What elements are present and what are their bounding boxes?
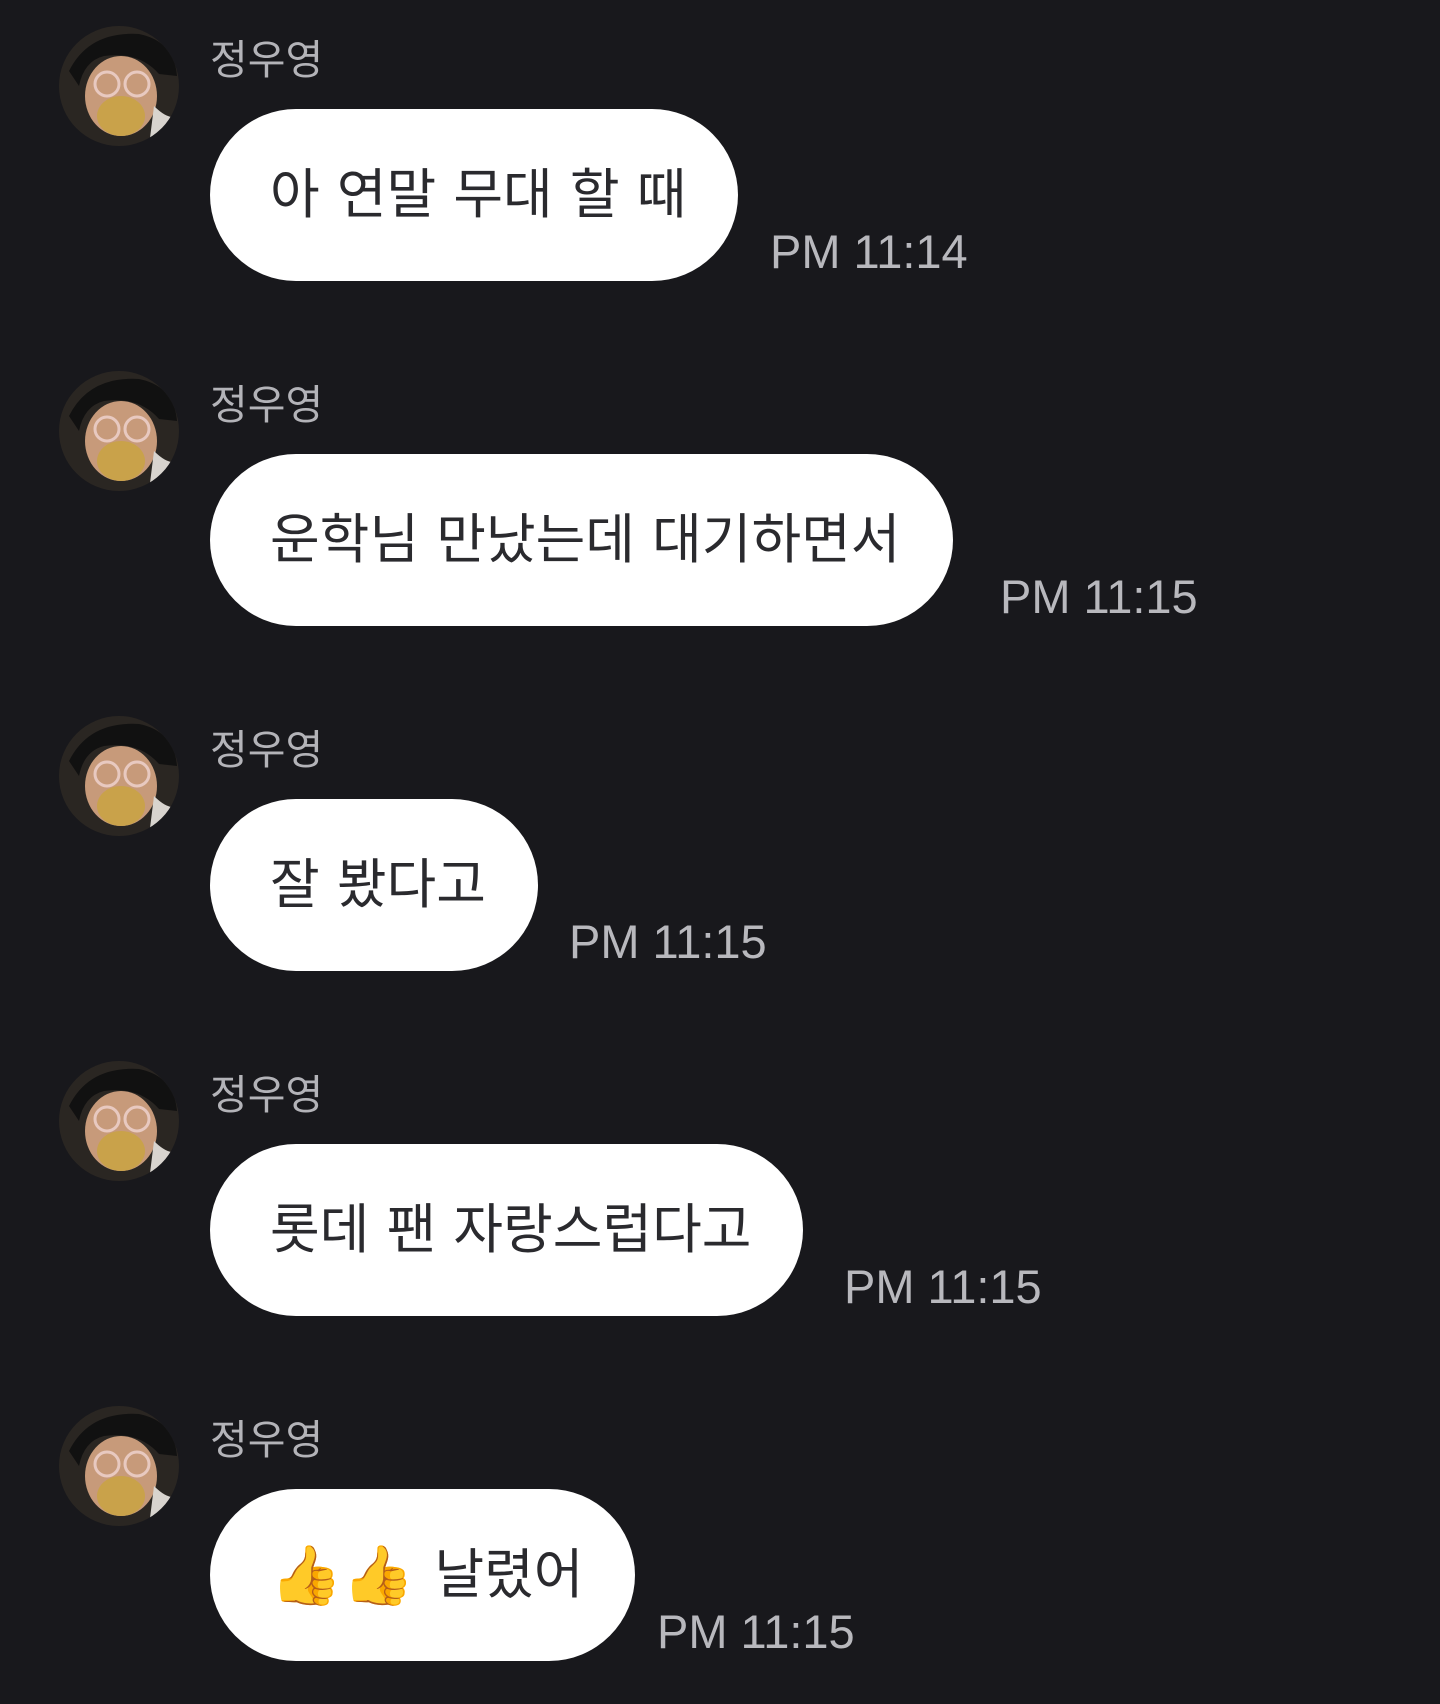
message-bubble[interactable]: 운학님 만났는데 대기하면서 (210, 454, 953, 626)
sender-name: 정우영 (210, 36, 324, 84)
message-bubble[interactable]: 아 연말 무대 할 때 (210, 109, 739, 281)
message-row: 정우영 롯데 팬 자랑스럽다고 PM 11:15 (0, 1035, 1440, 1335)
sender-name: 정우영 (210, 1416, 324, 1464)
sender-name: 정우영 (210, 381, 324, 429)
avatar[interactable] (59, 371, 179, 491)
message-bubble[interactable]: 👍👍 날렸어 (210, 1489, 636, 1661)
avatar[interactable] (59, 1406, 179, 1526)
profile-photo-icon (59, 716, 179, 836)
avatar[interactable] (59, 716, 179, 836)
message-time: PM 11:15 (569, 915, 767, 968)
message-row: 정우영 아 연말 무대 할 때 PM 11:14 (0, 0, 1440, 300)
message-text: 날렸어 (434, 1543, 584, 1606)
sender-name: 정우영 (210, 1071, 324, 1119)
sender-name: 정우영 (210, 726, 324, 774)
message-row: 정우영 👍👍 날렸어 PM 11:15 (0, 1380, 1440, 1680)
profile-photo-icon (59, 1061, 179, 1181)
message-row: 정우영 잘 봤다고 PM 11:15 (0, 690, 1440, 990)
profile-photo-icon (59, 26, 179, 146)
message-text: 롯데 팬 자랑스럽다고 (270, 1198, 752, 1261)
message-bubble[interactable]: 롯데 팬 자랑스럽다고 (210, 1144, 804, 1316)
thumbs-up-icon: 👍👍 (270, 1541, 415, 1609)
message-time: PM 11:14 (770, 225, 968, 278)
message-row: 정우영 운학님 만났는데 대기하면서 PM 11:15 (0, 345, 1440, 645)
profile-photo-icon (59, 1406, 179, 1526)
avatar[interactable] (59, 26, 179, 146)
message-time: PM 11:15 (657, 1605, 855, 1658)
message-text: 운학님 만났는데 대기하면서 (270, 508, 901, 571)
message-text: 아 연말 무대 할 때 (270, 163, 687, 226)
message-text: 잘 봤다고 (270, 853, 486, 916)
message-time: PM 11:15 (844, 1260, 1042, 1313)
profile-photo-icon (59, 371, 179, 491)
message-time: PM 11:15 (1000, 570, 1198, 623)
message-bubble[interactable]: 잘 봤다고 (210, 799, 538, 971)
avatar[interactable] (59, 1061, 179, 1181)
